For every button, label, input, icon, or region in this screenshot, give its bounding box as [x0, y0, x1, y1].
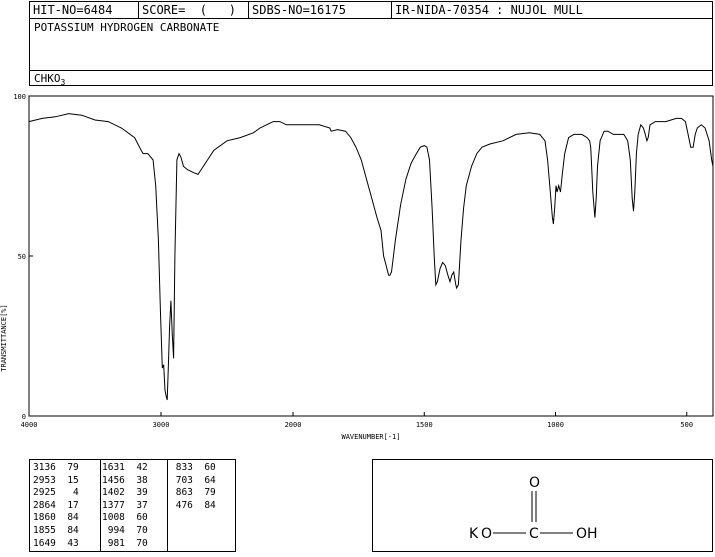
x-tick-label: 1000 — [547, 421, 564, 429]
y-tick-label: 100 — [13, 93, 26, 101]
peak-row: 1402 39 — [102, 487, 167, 500]
peak-transmittance: 79 — [192, 487, 216, 499]
peak-transmittance: 64 — [192, 474, 216, 486]
peak-row: 1631 42 — [102, 462, 167, 475]
peak-row: 3136 79 — [33, 462, 100, 475]
peak-row: 2953 15 — [33, 475, 100, 488]
peak-transmittance: 84 — [55, 512, 79, 524]
peak-wavenumber: 2925 — [33, 487, 56, 499]
x-tick-label: 500 — [680, 421, 693, 429]
peak-wavenumber: 1402 — [102, 487, 125, 499]
atom-hydroxyl: OH — [576, 526, 598, 542]
ir-code: IR-NIDA-70354 : NUJOL MULL — [395, 3, 583, 17]
compound-name: POTASSIUM HYDROGEN CARBONATE — [34, 21, 220, 34]
x-tick-label: 2000 — [285, 421, 302, 429]
atom-carbon: C — [529, 526, 539, 542]
peak-wavenumber: 994 — [102, 524, 125, 536]
peak-row: 833 60 — [170, 462, 234, 475]
sdbs-number: SDBS-NO=16175 — [249, 2, 392, 18]
peak-wavenumber: 3136 — [33, 462, 56, 473]
structure-box: K O C O OH — [372, 459, 713, 552]
peak-wavenumber: 1631 — [102, 462, 125, 473]
structure-diagram: K O C O OH — [469, 475, 598, 542]
y-tick-label: 50 — [18, 253, 26, 261]
peak-wavenumber: 2864 — [33, 499, 56, 511]
peak-row: 994 70 — [102, 525, 167, 538]
peak-row: 476 84 — [170, 500, 234, 513]
molecular-formula: CHKO3 — [34, 72, 65, 87]
peak-wavenumber: 703 — [170, 474, 193, 486]
peak-row: 1860 84 — [33, 512, 100, 525]
x-tick-label: 1500 — [416, 421, 433, 429]
peak-table: 3136 79 2953 15 2925 4 2864 17 1860 84 1855 8… — [29, 459, 236, 552]
peak-table-column: 1631 42 1456 38 1402 39 1377 37 1008 60 994 … — [102, 460, 168, 551]
peak-row: 1008 60 — [102, 512, 167, 525]
y-axis-label: TRANSMITTANCE[%] — [0, 304, 8, 371]
peak-transmittance: 38 — [124, 474, 148, 486]
formula-row: CHKO3 — [30, 70, 712, 87]
peak-wavenumber: 1008 — [102, 512, 125, 524]
peak-row: 981 70 — [102, 538, 167, 551]
peak-row: 1456 38 — [102, 475, 167, 488]
peak-transmittance: 37 — [124, 499, 148, 511]
peak-wavenumber: 2953 — [33, 474, 56, 486]
peak-row: 2925 4 — [33, 487, 100, 500]
score: SCORE= ( ) — [139, 2, 249, 18]
atom-oxygen-left: O — [481, 526, 492, 542]
plot-frame — [28, 95, 714, 417]
peak-transmittance: 60 — [124, 512, 148, 524]
transmittance-series-line — [28, 113, 714, 401]
atom-oxygen-top: O — [529, 475, 540, 491]
y-axis: 0 50 100 — [13, 93, 33, 421]
peak-wavenumber: 1377 — [102, 499, 125, 511]
x-axis: 4000 3000 2000 1500 1000 500 — [21, 412, 693, 429]
peak-transmittance: 39 — [124, 487, 148, 499]
formula-subscript: 3 — [60, 78, 66, 88]
x-axis-label: WAVENUMBER[-1] — [341, 433, 400, 441]
header-info-row: HIT-NO=6484 SCORE= ( ) SDBS-NO=16175 IR-… — [30, 2, 712, 19]
peak-transmittance: 17 — [55, 499, 79, 511]
peak-table-column: 833 60 703 64 863 79 476 84 — [170, 462, 234, 512]
atom-potassium: K — [469, 526, 479, 542]
peak-transmittance: 43 — [55, 537, 79, 549]
peak-wavenumber: 1860 — [33, 512, 56, 524]
peak-row: 1855 84 — [33, 525, 100, 538]
peak-wavenumber: 1855 — [33, 524, 56, 536]
peak-wavenumber: 1649 — [33, 537, 56, 549]
peak-wavenumber: 981 — [102, 537, 125, 549]
peak-wavenumber: 863 — [170, 487, 193, 499]
hit-number: HIT-NO=6484 — [30, 2, 139, 18]
peak-wavenumber: 833 — [170, 462, 193, 473]
peak-row: 1649 43 — [33, 538, 100, 551]
formula-main: CHKO — [34, 72, 61, 85]
peak-transmittance: 60 — [192, 462, 216, 473]
peak-transmittance: 79 — [55, 462, 79, 473]
peak-transmittance: 84 — [55, 524, 79, 536]
peak-row: 1377 37 — [102, 500, 167, 513]
peak-row: 703 64 — [170, 475, 234, 488]
x-tick-label: 3000 — [153, 421, 170, 429]
peak-transmittance: 70 — [124, 524, 148, 536]
peak-transmittance: 42 — [124, 462, 148, 473]
peak-transmittance: 15 — [55, 474, 79, 486]
spectrum-header: HIT-NO=6484 SCORE= ( ) SDBS-NO=16175 IR-… — [29, 1, 713, 87]
peak-transmittance: 4 — [55, 487, 79, 499]
peak-transmittance: 70 — [124, 537, 148, 549]
ir-spectrum-chart: 0 50 100 4000 3000 2000 1500 1000 500 TRANSMITT… — [0, 93, 714, 441]
y-tick-label: 0 — [22, 413, 26, 421]
peak-wavenumber: 1456 — [102, 474, 125, 486]
peak-wavenumber: 476 — [170, 499, 193, 511]
peak-table-column: 3136 79 2953 15 2925 4 2864 17 1860 84 1855 8… — [33, 460, 101, 551]
peak-row: 2864 17 — [33, 500, 100, 513]
peak-row: 863 79 — [170, 487, 234, 500]
peak-transmittance: 84 — [192, 499, 216, 511]
x-tick-label: 4000 — [21, 421, 38, 429]
